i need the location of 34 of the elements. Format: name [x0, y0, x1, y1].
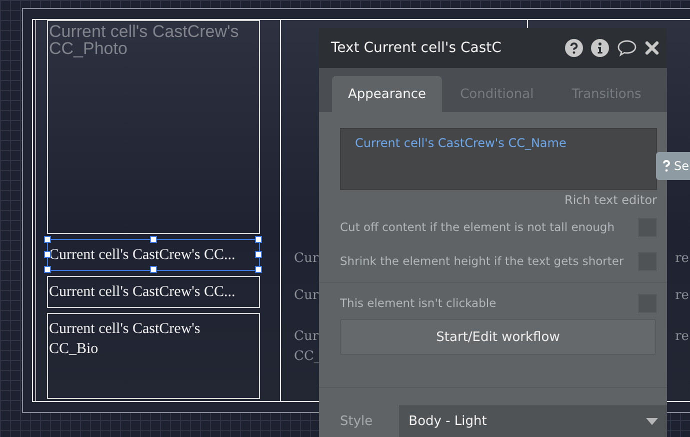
resize-handle[interactable] — [150, 266, 156, 273]
resize-handle[interactable] — [44, 266, 51, 273]
workflow-button[interactable]: Start/Edit workflow — [340, 319, 656, 355]
text-content-field[interactable]: Current cell's CastCrew's CC_Name — [340, 128, 657, 190]
element-text: re — [675, 287, 689, 305]
option-label: Shrink the element height if the text gets shorter — [340, 254, 624, 268]
option-label: This element isn't clickable — [340, 296, 496, 310]
element-text: Cur — [294, 287, 320, 305]
option-label: Cut off content if the element is not tall enough — [340, 220, 614, 234]
resize-handle[interactable] — [255, 251, 262, 258]
rich-text-editor-link[interactable]: Rich text editor — [564, 193, 657, 207]
caret-icon — [646, 418, 658, 424]
element-text: Cur — [294, 250, 320, 268]
element-text: re — [675, 328, 689, 346]
resize-handle[interactable] — [150, 236, 156, 243]
element-text: Cur CC_ — [294, 328, 321, 366]
style-label: Style — [340, 414, 373, 428]
text-element[interactable]: Current cell's CastCrew's CC_Photo — [47, 20, 260, 234]
question-mark-icon — [663, 160, 670, 172]
speech-bubble-icon[interactable] — [617, 39, 637, 57]
help-icon[interactable] — [565, 39, 583, 57]
close-icon[interactable] — [645, 41, 659, 55]
text-element[interactable]: Current cell's CastCrew's CC_Bio — [47, 313, 260, 399]
resize-handle[interactable] — [255, 266, 262, 273]
panel-title: Text Current cell's CastC — [331, 40, 502, 56]
element-text: re — [675, 250, 689, 268]
text-element[interactable]: Current cell's CastCrew's CC... — [47, 276, 260, 308]
side-help-tab[interactable]: Se — [656, 152, 690, 180]
info-icon[interactable] — [591, 39, 609, 57]
resize-handle[interactable] — [44, 236, 51, 243]
style-dropdown[interactable]: Body - Light — [398, 405, 667, 437]
resize-handle[interactable] — [44, 251, 51, 258]
tab[interactable]: Appearance — [332, 76, 442, 112]
resize-handle[interactable] — [255, 236, 262, 243]
